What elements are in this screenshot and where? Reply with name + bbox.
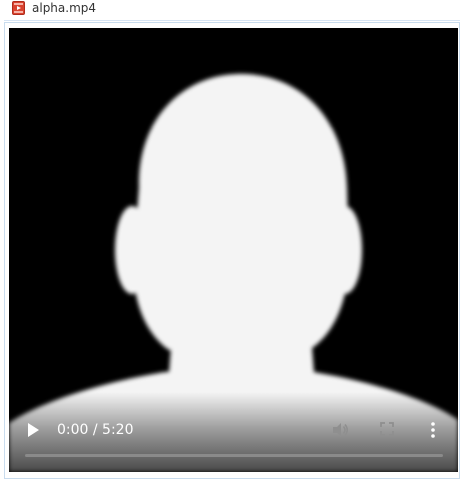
more-options-icon[interactable] — [429, 421, 437, 439]
video-controls: 0:00 / 5:20 — [9, 28, 458, 472]
time-display: 0:00 / 5:20 — [57, 422, 134, 438]
header-divider — [4, 20, 460, 21]
volume-icon[interactable] — [331, 421, 349, 439]
play-icon[interactable] — [24, 420, 42, 440]
fullscreen-icon[interactable] — [380, 422, 394, 436]
file-header: alpha.mp4 — [0, 0, 462, 18]
progress-bar[interactable] — [25, 454, 443, 457]
video-file-icon — [12, 1, 25, 15]
file-name[interactable]: alpha.mp4 — [32, 1, 96, 15]
